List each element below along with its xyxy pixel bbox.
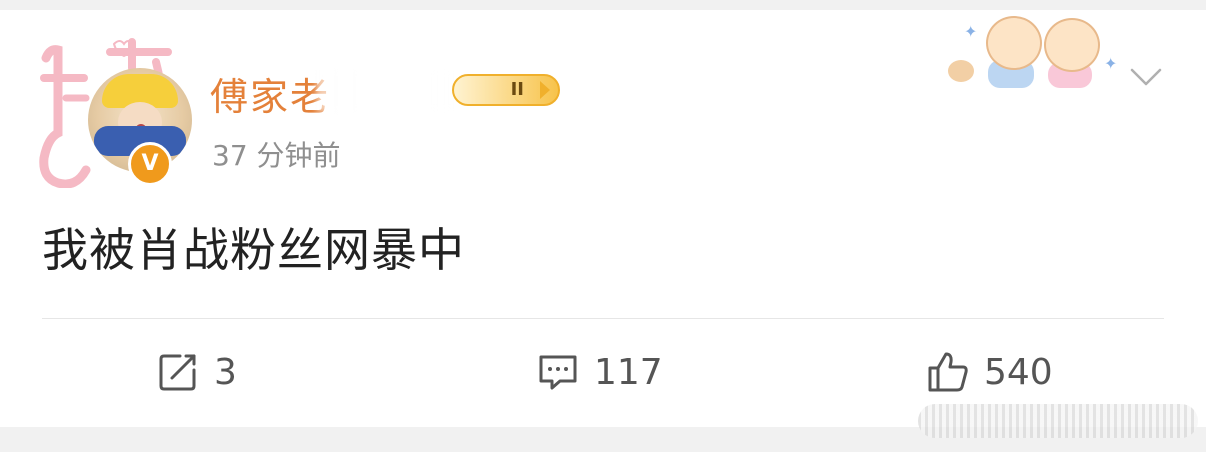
username[interactable]: 傅家老 (210, 66, 330, 121)
post-content: 我被肖战粉丝网暴中 (42, 223, 465, 277)
sparkle-icon: ✦ (964, 22, 978, 41)
divider (42, 318, 1164, 319)
watermark (918, 404, 1198, 438)
post-timestamp: 37 分钟前 (212, 139, 341, 172)
member-badge-arrow-icon (540, 81, 550, 99)
top-separator (0, 0, 1206, 10)
like-count: 540 (984, 351, 1053, 393)
member-badge[interactable]: II (452, 74, 560, 106)
thumbs-up-icon (926, 350, 970, 394)
comment-button[interactable]: 117 (536, 348, 663, 396)
sparkle-icon: ✦ (1104, 54, 1118, 73)
share-edit-icon (156, 350, 200, 394)
username-redaction (316, 70, 456, 112)
comment-bubble-icon (536, 350, 580, 394)
member-badge-label: II (510, 79, 524, 100)
like-button[interactable]: 540 (926, 348, 1053, 396)
chevron-down-icon[interactable] (1128, 60, 1164, 96)
cat-head-right-icon (1044, 18, 1100, 72)
verified-badge: V (128, 142, 172, 186)
bear-sticker-icon (948, 60, 974, 82)
cat-stickers-decoration: ✦ ✦ (944, 14, 1124, 94)
comment-count: 117 (594, 351, 663, 393)
cat-head-left-icon (986, 16, 1042, 70)
repost-button[interactable]: 3 (156, 348, 237, 396)
repost-count: 3 (214, 351, 237, 393)
